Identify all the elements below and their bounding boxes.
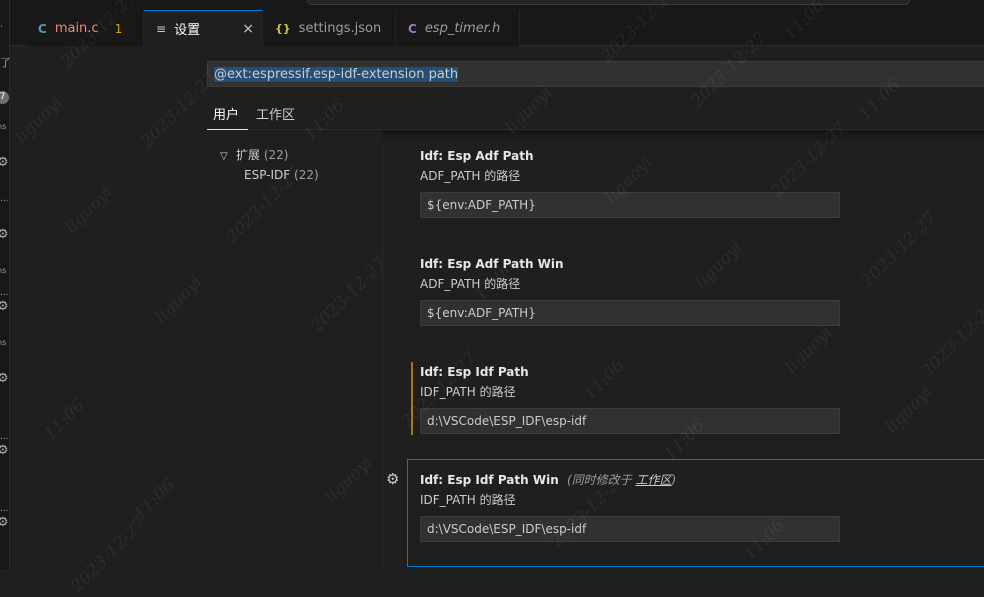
setting-value-input[interactable]: d:\VSCode\ESP_IDF\esp-idf — [420, 408, 840, 434]
setting-category: Idf: — [420, 473, 444, 487]
tab-settings[interactable]: ≡ 设置 × — [144, 10, 263, 46]
tab-user[interactable]: 用户 — [213, 104, 239, 123]
setting-value-input[interactable]: ${env:ADF_PATH} — [420, 192, 840, 218]
watermark-date: 2023-12-27 — [307, 253, 391, 337]
chevron-down-icon: ▽ — [220, 151, 228, 162]
watermark-time: 11:06 — [130, 475, 179, 525]
c-file-icon: C — [38, 21, 47, 36]
activity-glyph: 了 — [0, 58, 10, 68]
setting-category: Idf: — [420, 257, 444, 271]
setting-title: Idf: Esp Idf Path Win (同时修改于 工作区) — [420, 470, 984, 490]
watermark-name: liguoyi — [321, 452, 377, 508]
setting-name: Esp Adf Path Win — [447, 257, 564, 271]
toc-count: (22) — [294, 168, 319, 182]
settings-list: Idf: Esp Adf Path ADF_PATH 的路径 ${env:ADF… — [382, 144, 984, 569]
tab-label: main.c — [54, 21, 99, 36]
tab-esp-timer-h[interactable]: C esp_timer.h — [396, 11, 520, 46]
watermark-date: 2023-12-27 — [67, 513, 151, 597]
command-center[interactable] — [307, 0, 910, 5]
gear-icon[interactable]: ⚙ — [0, 228, 9, 241]
gear-icon[interactable]: ⚙ — [0, 300, 9, 313]
setting-category: Idf: — [420, 149, 444, 163]
setting-description: IDF_PATH 的路径 — [420, 385, 516, 399]
activity-dot: · — [0, 22, 3, 32]
gear-icon[interactable]: ⚙ — [0, 516, 9, 529]
activity-label: ns — [0, 266, 7, 275]
settings-editor-icon: ≡ — [156, 21, 167, 36]
search-query: @ext:espressif.esp-idf-extension path — [214, 67, 459, 82]
gear-icon[interactable]: ⚙ — [0, 156, 9, 169]
tab-label: 设置 — [174, 23, 201, 38]
modified-prefix: (同时修改于 — [566, 473, 632, 487]
close-icon[interactable]: × — [242, 21, 254, 37]
gear-icon[interactable]: ⚙ — [0, 372, 9, 385]
problem-count-badge: 1 — [114, 21, 123, 36]
toc-label: 扩展 — [236, 148, 261, 162]
setting-value-input[interactable]: ${env:ADF_PATH} — [420, 300, 840, 326]
toc-label: ESP-IDF — [244, 168, 291, 182]
watermark-time: 11:06 — [40, 395, 89, 445]
setting-name: Esp Adf Path — [447, 149, 534, 163]
settings-scope-tabs: 用户 工作区 — [207, 96, 984, 130]
setting-description: ADF_PATH 的路径 — [420, 277, 521, 291]
toc-item-extensions[interactable]: ▽ 扩展 (22) — [220, 146, 288, 163]
tab-label: esp_timer.h — [424, 21, 501, 36]
activity-dots: ... — [0, 288, 9, 298]
settings-search-input[interactable]: @ext:espressif.esp-idf-extension path — [207, 61, 984, 87]
gear-icon[interactable]: ⚙ — [386, 470, 399, 488]
activity-dots: ... — [0, 504, 9, 514]
modified-workspace-link[interactable]: 工作区 — [635, 473, 671, 487]
setting-value-input[interactable]: d:\VSCode\ESP_IDF\esp-idf — [420, 516, 840, 542]
watermark-name: liguoyi — [11, 92, 67, 148]
setting-name: Esp Idf Path Win — [447, 473, 559, 487]
modified-suffix: ) — [671, 473, 677, 487]
watermark-name: liguoyi — [61, 182, 117, 238]
activity-dots: ... — [0, 432, 9, 442]
modified-elsewhere-note: (同时修改于 工作区) — [567, 473, 676, 487]
setting-description: ADF_PATH 的路径 — [420, 169, 521, 183]
tab-main-c[interactable]: C main.c 1 — [26, 11, 144, 46]
editor-tab-bar: C main.c 1 ≡ 设置 × {} settings.json C esp… — [10, 10, 984, 46]
watermark-name: liguoyi — [151, 272, 207, 328]
activity-bar: · 了 7 ns ⚙ ... ⚙ ns ... ⚙ ns ⚙ ... ⚙ ...… — [0, 0, 10, 569]
setting-category: Idf: — [420, 365, 444, 379]
c-header-file-icon: C — [408, 21, 417, 36]
toc-item-esp-idf[interactable]: ESP-IDF (22) — [244, 168, 319, 182]
activity-dots: ... — [0, 194, 9, 204]
activity-badge: 7 — [0, 91, 9, 104]
activity-label: ns — [0, 122, 7, 131]
tab-workspace[interactable]: 工作区 — [256, 104, 295, 123]
setting-esp-idf-path-win: Idf: Esp Idf Path Win (同时修改于 工作区) IDF_PA… — [407, 459, 984, 567]
tab-settings-json[interactable]: {} settings.json — [263, 11, 396, 46]
tab-label: settings.json — [298, 21, 382, 36]
activity-label: ns — [0, 338, 7, 347]
gear-icon[interactable]: ⚙ — [0, 444, 9, 457]
setting-name: Esp Idf Path — [447, 365, 529, 379]
setting-title: Idf: Esp Idf Path — [420, 362, 984, 382]
scroll-shadow — [382, 130, 984, 144]
setting-title: Idf: Esp Adf Path — [420, 146, 984, 166]
json-file-icon: {} — [275, 22, 291, 35]
setting-esp-adf-path: Idf: Esp Adf Path ADF_PATH 的路径 ${env:ADF… — [407, 146, 984, 218]
setting-description: IDF_PATH 的路径 — [420, 493, 516, 507]
setting-esp-adf-path-win: Idf: Esp Adf Path Win ADF_PATH 的路径 ${env… — [407, 254, 984, 326]
active-tab-indicator — [207, 129, 248, 130]
setting-esp-idf-path: Idf: Esp Idf Path IDF_PATH 的路径 d:\VSCode… — [411, 362, 984, 435]
setting-title: Idf: Esp Adf Path Win — [420, 254, 984, 274]
toc-count: (22) — [263, 148, 289, 162]
